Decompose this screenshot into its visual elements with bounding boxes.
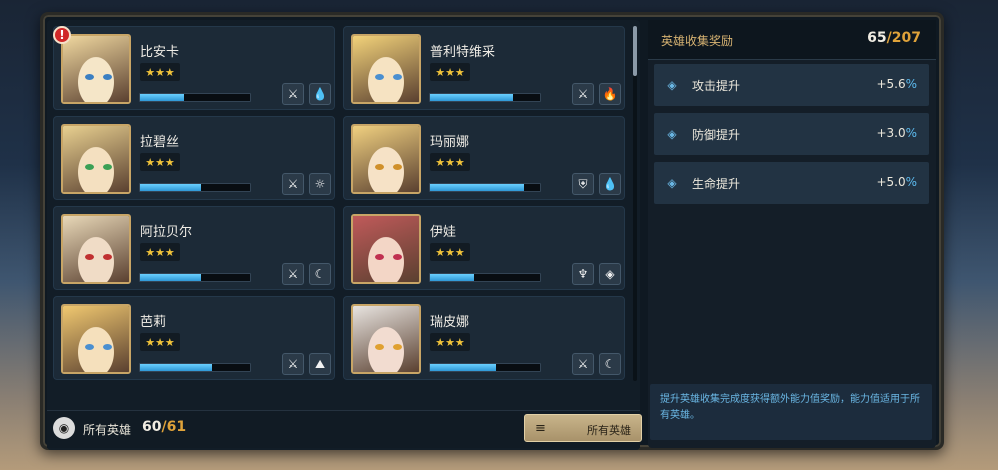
star-icon: ★★★ — [435, 155, 465, 169]
diamond-stat-icon: ◈ — [667, 127, 677, 141]
stat-name: 攻击提升 — [692, 79, 741, 93]
hero-name: 伊娃 — [430, 225, 457, 240]
sword-crossed-icon: ⚔ — [282, 83, 304, 105]
hero-card[interactable]: 拉碧丝 ★★★ ⚔ ☼ — [53, 116, 335, 200]
hero-star-rating: ★★★ — [140, 63, 180, 81]
hero-portrait — [61, 304, 131, 374]
diamond-stat-icon: ◈ — [667, 176, 677, 190]
collection-bonus-note: 提升英雄收集完成度获得额外能力值奖励，能力值适用于所有英雄。 — [650, 384, 932, 440]
hero-progress-fill — [140, 364, 212, 371]
water-drop-icon: 💧 — [309, 83, 331, 105]
hero-star-rating: ★★★ — [140, 333, 180, 351]
star-icon: ★★★ — [145, 155, 175, 169]
hero-progress-bar — [429, 93, 541, 102]
shield-icon: ⛨ — [572, 173, 594, 195]
hero-portrait — [351, 304, 421, 374]
water-drop-icon: 💧 — [599, 173, 621, 195]
diamond-stat-icon: ◈ — [667, 78, 677, 92]
hero-progress-bar — [139, 273, 251, 282]
hero-card[interactable]: 瑞皮娜 ★★★ ⚔ ☾ — [343, 296, 625, 380]
hero-name: 拉碧丝 — [140, 135, 180, 150]
hero-star-rating: ★★★ — [430, 153, 470, 171]
sword-crossed-icon: ⚔ — [282, 263, 304, 285]
scrollbar-thumb[interactable] — [633, 26, 637, 76]
hero-card[interactable]: 芭莉 ★★★ ⚔ ⛰ — [53, 296, 335, 380]
collection-bonus-title: 英雄收集奖励 — [661, 34, 734, 48]
moon-icon: ☾ — [599, 353, 621, 375]
diamond-rune-icon: ◈ — [599, 263, 621, 285]
hero-portrait — [61, 124, 131, 194]
stat-value: +5.6% — [876, 77, 917, 91]
stat-name: 生命提升 — [692, 177, 741, 191]
hero-collection-icon: ◉ — [53, 417, 75, 439]
hero-progress-fill — [430, 274, 474, 281]
all-heroes-label: 所有英雄 — [83, 423, 132, 437]
hero-progress-bar — [429, 183, 541, 192]
sword-crossed-icon: ⚔ — [572, 353, 594, 375]
hero-card[interactable]: 伊娃 ★★★ ♆ ◈ — [343, 206, 625, 290]
star-icon: ★★★ — [435, 335, 465, 349]
sun-icon: ☼ — [309, 173, 331, 195]
hero-progress-fill — [140, 274, 201, 281]
hero-progress-bar — [429, 363, 541, 372]
collection-stat-row: ◈ 防御提升 +3.0% — [654, 113, 929, 155]
hero-progress-bar — [139, 363, 251, 372]
sword-crossed-icon: ⚔ — [572, 83, 594, 105]
hero-star-rating: ★★★ — [140, 153, 180, 171]
hero-star-rating: ★★★ — [430, 333, 470, 351]
hero-portrait — [61, 214, 131, 284]
hero-progress-fill — [140, 184, 201, 191]
stat-value: +3.0% — [876, 126, 917, 140]
moon-icon: ☾ — [309, 263, 331, 285]
hero-portrait — [351, 34, 421, 104]
hero-progress-bar — [139, 93, 251, 102]
hero-portrait — [351, 124, 421, 194]
hero-star-rating: ★★★ — [140, 243, 180, 261]
hero-card[interactable]: 普利特维采 ★★★ ⚔ 🔥 — [343, 26, 625, 110]
hero-card[interactable]: 阿拉贝尔 ★★★ ⚔ ☾ — [53, 206, 335, 290]
star-icon: ★★★ — [145, 245, 175, 259]
hero-filter-button[interactable]: ≡ 所有英雄 — [524, 414, 642, 442]
hero-list-scrollbar[interactable] — [633, 26, 637, 381]
hero-name: 瑞皮娜 — [430, 315, 470, 330]
star-icon: ★★★ — [145, 65, 175, 79]
hero-star-rating: ★★★ — [430, 243, 470, 261]
stat-value: +5.0% — [876, 175, 917, 189]
hero-progress-fill — [430, 94, 513, 101]
hero-card[interactable]: 比安卡 ★★★ ⚔ 💧 — [53, 26, 335, 110]
hero-name: 芭莉 — [140, 315, 167, 330]
star-icon: ★★★ — [435, 65, 465, 79]
hero-star-rating: ★★★ — [430, 63, 470, 81]
alert-badge-icon: ! — [53, 26, 71, 44]
earth-icon: ⛰ — [309, 353, 331, 375]
hero-progress-fill — [430, 364, 496, 371]
hero-portrait — [61, 34, 131, 104]
hero-name: 比安卡 — [140, 45, 180, 60]
star-icon: ★★★ — [145, 335, 175, 349]
hero-list-panel: 比安卡 ★★★ ⚔ 💧 普利特维采 ★★★ ⚔ 🔥 拉碧丝 ★★★ ⚔ ☼ 玛丽娜 ★★★ ⛨ 💧 阿拉贝尔 ★★… — [47, 20, 640, 450]
hero-name: 玛丽娜 — [430, 135, 470, 150]
hero-progress-fill — [430, 184, 524, 191]
hero-progress-fill — [140, 94, 184, 101]
star-icon: ★★★ — [435, 245, 465, 259]
hero-portrait — [351, 214, 421, 284]
hero-name: 阿拉贝尔 — [140, 225, 193, 240]
hero-progress-bar — [139, 183, 251, 192]
staff-icon: ♆ — [572, 263, 594, 285]
hero-progress-bar — [429, 273, 541, 282]
hero-card[interactable]: 玛丽娜 ★★★ ⛨ 💧 — [343, 116, 625, 200]
collection-stat-row: ◈ 生命提升 +5.0% — [654, 162, 929, 204]
collection-bonus-count: 65/207 — [867, 30, 921, 46]
all-heroes-count: 60/61 — [142, 419, 187, 435]
hero-name: 普利特维采 — [430, 45, 496, 60]
sword-crossed-icon: ⚔ — [282, 353, 304, 375]
hero-grid[interactable]: 比安卡 ★★★ ⚔ 💧 普利特维采 ★★★ ⚔ 🔥 拉碧丝 ★★★ ⚔ ☼ 玛丽娜 ★★★ ⛨ 💧 阿拉贝尔 ★★… — [53, 26, 631, 406]
menu-icon: ≡ — [535, 421, 546, 436]
collection-stat-row: ◈ 攻击提升 +5.6% — [654, 64, 929, 106]
stat-name: 防御提升 — [692, 128, 741, 142]
sword-crossed-icon: ⚔ — [282, 173, 304, 195]
hero-filter-label: 所有英雄 — [587, 424, 631, 437]
fire-icon: 🔥 — [599, 83, 621, 105]
